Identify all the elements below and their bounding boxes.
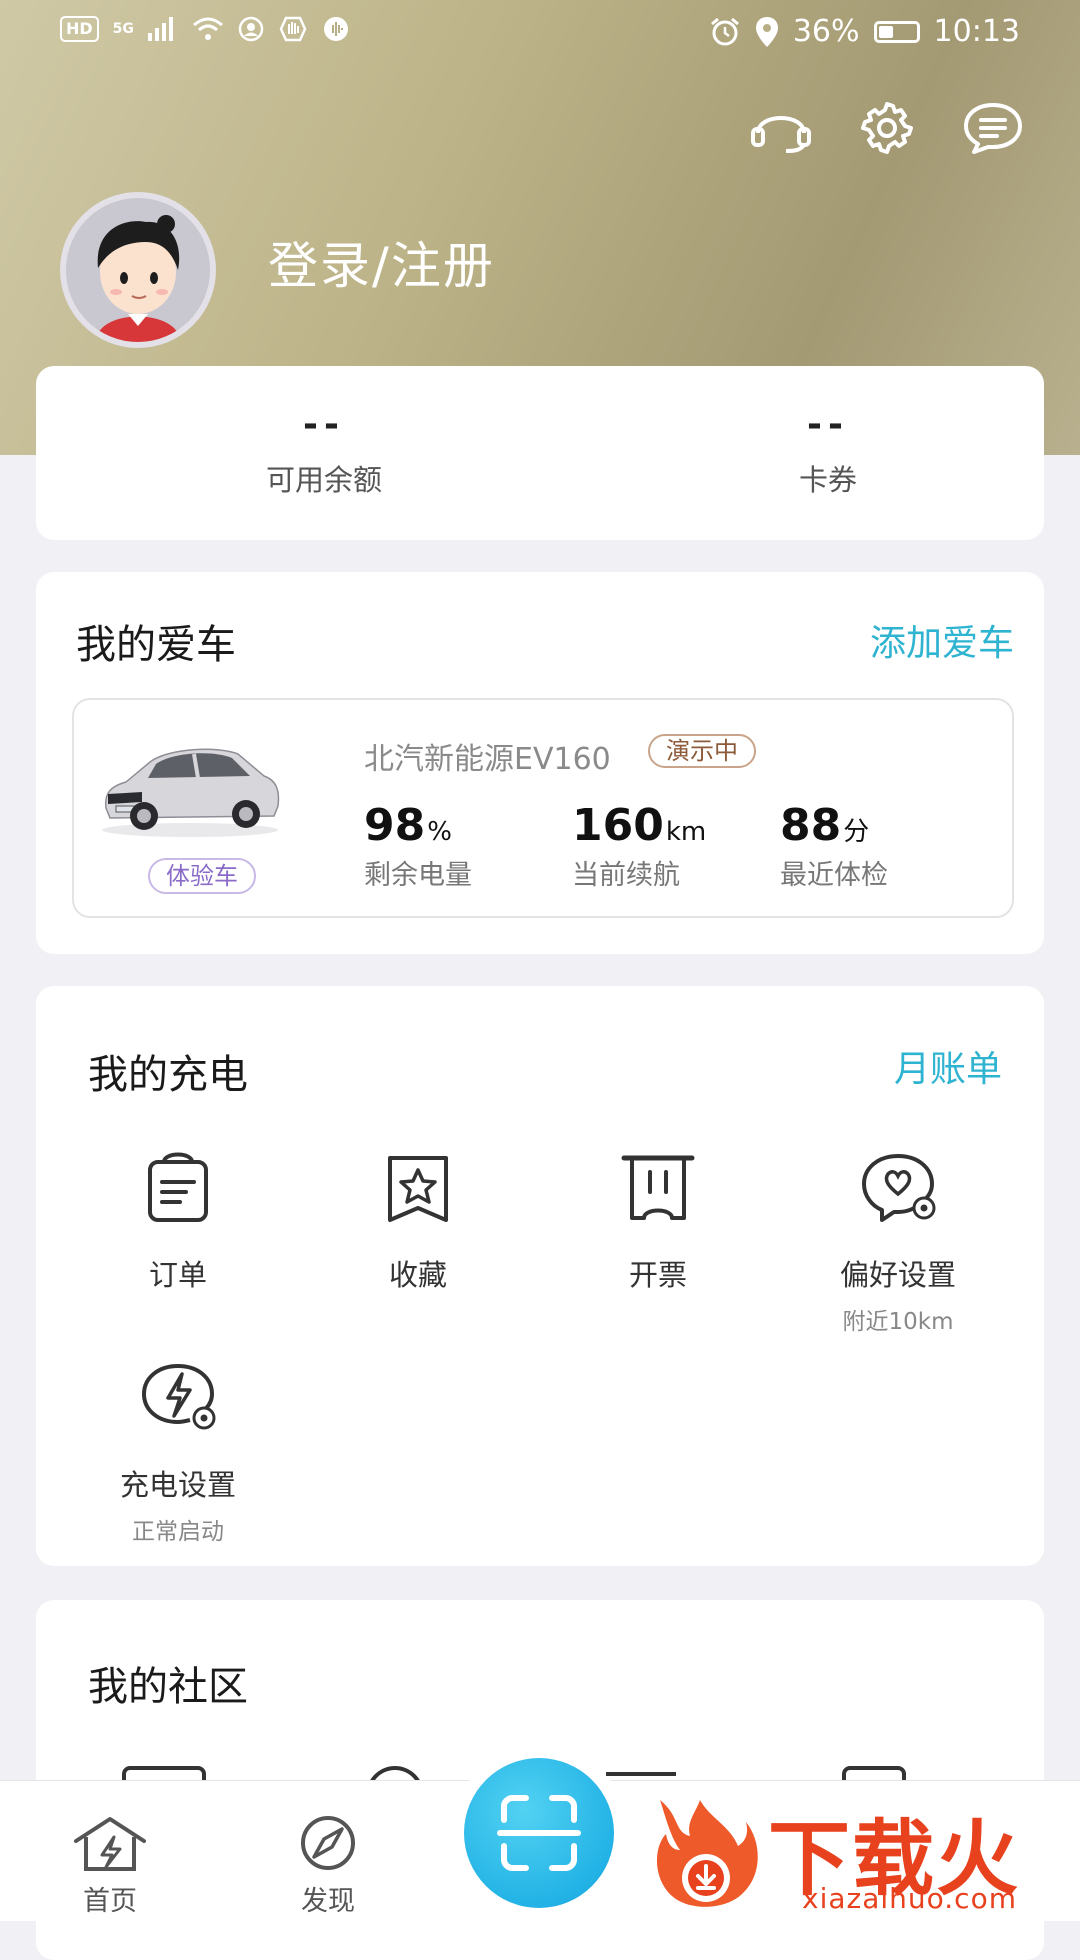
balance-card: -- 可用余额 -- 卡券 bbox=[36, 366, 1044, 540]
customer-service-button[interactable] bbox=[749, 98, 813, 158]
my-car-title: 我的爱车 bbox=[76, 622, 236, 668]
clipboard-icon bbox=[148, 1152, 208, 1222]
balance-value: -- bbox=[303, 404, 345, 445]
battery-percent: 36% bbox=[792, 14, 860, 49]
watermark-flame-logo bbox=[656, 1800, 758, 1907]
my-car-card: 我的爱车 添加爱车 体验车 北汽新能源EV160 演示中 98% 剩余电量 16… bbox=[36, 572, 1044, 954]
compass-icon bbox=[301, 1816, 355, 1870]
status-left: HD 5G bbox=[60, 16, 350, 42]
scan-icon bbox=[497, 1795, 581, 1871]
alarm-icon bbox=[710, 17, 739, 45]
battery-icon bbox=[873, 20, 920, 43]
settings-button[interactable] bbox=[855, 98, 919, 158]
orders-item[interactable]: 订单 bbox=[58, 1150, 298, 1294]
car-name: 北汽新能源EV160 bbox=[364, 742, 611, 777]
nav-discover[interactable]: 发现 bbox=[268, 1815, 388, 1918]
car-image bbox=[102, 748, 280, 837]
my-charging-card: 我的充电 月账单 订单 收藏 开票 偏好设置 附近10km 充电设置 正常启动 bbox=[36, 986, 1044, 1566]
checkup-metric-label: 最近体检 bbox=[780, 860, 888, 891]
star-icon bbox=[388, 1156, 448, 1222]
preferences-item[interactable]: 偏好设置 附近10km bbox=[778, 1150, 1018, 1336]
checkup-metric-unit: 分 bbox=[843, 817, 870, 847]
balance-label: 可用余额 bbox=[265, 463, 382, 497]
hand-icon bbox=[279, 16, 307, 42]
receipt-icon bbox=[621, 1155, 695, 1220]
headset-icon bbox=[751, 116, 811, 153]
watermark-url: xiazaihuo.com bbox=[802, 1882, 1017, 1915]
login-register-link[interactable]: 登录/注册 bbox=[268, 226, 495, 298]
demo-status-badge: 演示中 bbox=[648, 734, 756, 768]
heart-settings-icon bbox=[862, 1154, 936, 1222]
privacy-icon bbox=[238, 16, 264, 42]
clock: 10:13 bbox=[933, 14, 1020, 49]
location-icon bbox=[755, 16, 778, 47]
monthly-bill-link[interactable]: 月账单 bbox=[894, 1040, 1002, 1092]
hd-indicator: HD bbox=[60, 16, 99, 42]
balance-stat[interactable]: -- 可用余额 bbox=[174, 404, 474, 499]
header-actions bbox=[749, 98, 1025, 158]
nav-discover-label: 发现 bbox=[301, 1886, 355, 1917]
watermark: 下载火 xiazaihuo.com bbox=[640, 1786, 1080, 1920]
trial-car-badge: 体验车 bbox=[148, 858, 256, 894]
range-metric-unit: km bbox=[665, 817, 707, 847]
charging-settings-item[interactable]: 充电设置 正常启动 bbox=[58, 1360, 298, 1546]
range-metric: 160km 当前续航 bbox=[572, 800, 706, 892]
status-bar: HD 5G 36% 10:13 bbox=[0, 0, 1080, 66]
orders-label: 订单 bbox=[148, 1258, 207, 1292]
coupons-label: 卡券 bbox=[798, 463, 857, 497]
my-community-title: 我的社区 bbox=[88, 1664, 248, 1710]
signal-icon bbox=[147, 17, 173, 41]
message-icon bbox=[964, 103, 1022, 154]
nav-home-label: 首页 bbox=[83, 1886, 137, 1917]
avatar[interactable] bbox=[60, 192, 216, 348]
charging-settings-sub: 正常启动 bbox=[132, 1519, 224, 1545]
coupons-value: -- bbox=[807, 404, 849, 445]
home-bolt-icon bbox=[74, 1817, 146, 1871]
charging-settings-label: 充电设置 bbox=[119, 1468, 236, 1502]
scan-button[interactable] bbox=[464, 1758, 614, 1908]
favorites-item[interactable]: 收藏 bbox=[298, 1150, 538, 1294]
add-car-link[interactable]: 添加爱车 bbox=[870, 614, 1014, 666]
coupons-stat[interactable]: -- 卡券 bbox=[678, 404, 978, 499]
checkup-metric: 88分 最近体检 bbox=[780, 800, 888, 892]
network-5g-indicator: 5G bbox=[112, 21, 134, 37]
range-metric-label: 当前续航 bbox=[572, 860, 680, 891]
bolt-settings-icon bbox=[141, 1363, 216, 1430]
invoice-label: 开票 bbox=[628, 1258, 687, 1292]
preferences-sub: 附近10km bbox=[842, 1309, 954, 1335]
gear-icon bbox=[861, 102, 913, 154]
battery-metric-value: 98 bbox=[364, 800, 426, 851]
messages-button[interactable] bbox=[961, 98, 1025, 158]
battery-metric-unit: % bbox=[427, 817, 452, 847]
range-metric-value: 160 bbox=[572, 800, 664, 851]
nav-home[interactable]: 首页 bbox=[50, 1815, 170, 1918]
invoice-item[interactable]: 开票 bbox=[538, 1150, 778, 1294]
battery-metric: 98% 剩余电量 bbox=[364, 800, 472, 892]
checkup-metric-value: 88 bbox=[780, 800, 842, 851]
preferences-label: 偏好设置 bbox=[839, 1258, 956, 1292]
avatar-image bbox=[66, 198, 210, 342]
my-charging-title: 我的充电 bbox=[88, 1052, 248, 1098]
battery-metric-label: 剩余电量 bbox=[364, 860, 472, 891]
car-item[interactable]: 体验车 北汽新能源EV160 演示中 98% 剩余电量 160km 当前续航 8… bbox=[72, 698, 1014, 918]
status-right: 36% 10:13 bbox=[709, 14, 1020, 49]
battery-level bbox=[878, 25, 893, 38]
favorites-label: 收藏 bbox=[388, 1258, 447, 1292]
audio-icon bbox=[323, 17, 348, 41]
wifi-icon bbox=[192, 17, 223, 40]
